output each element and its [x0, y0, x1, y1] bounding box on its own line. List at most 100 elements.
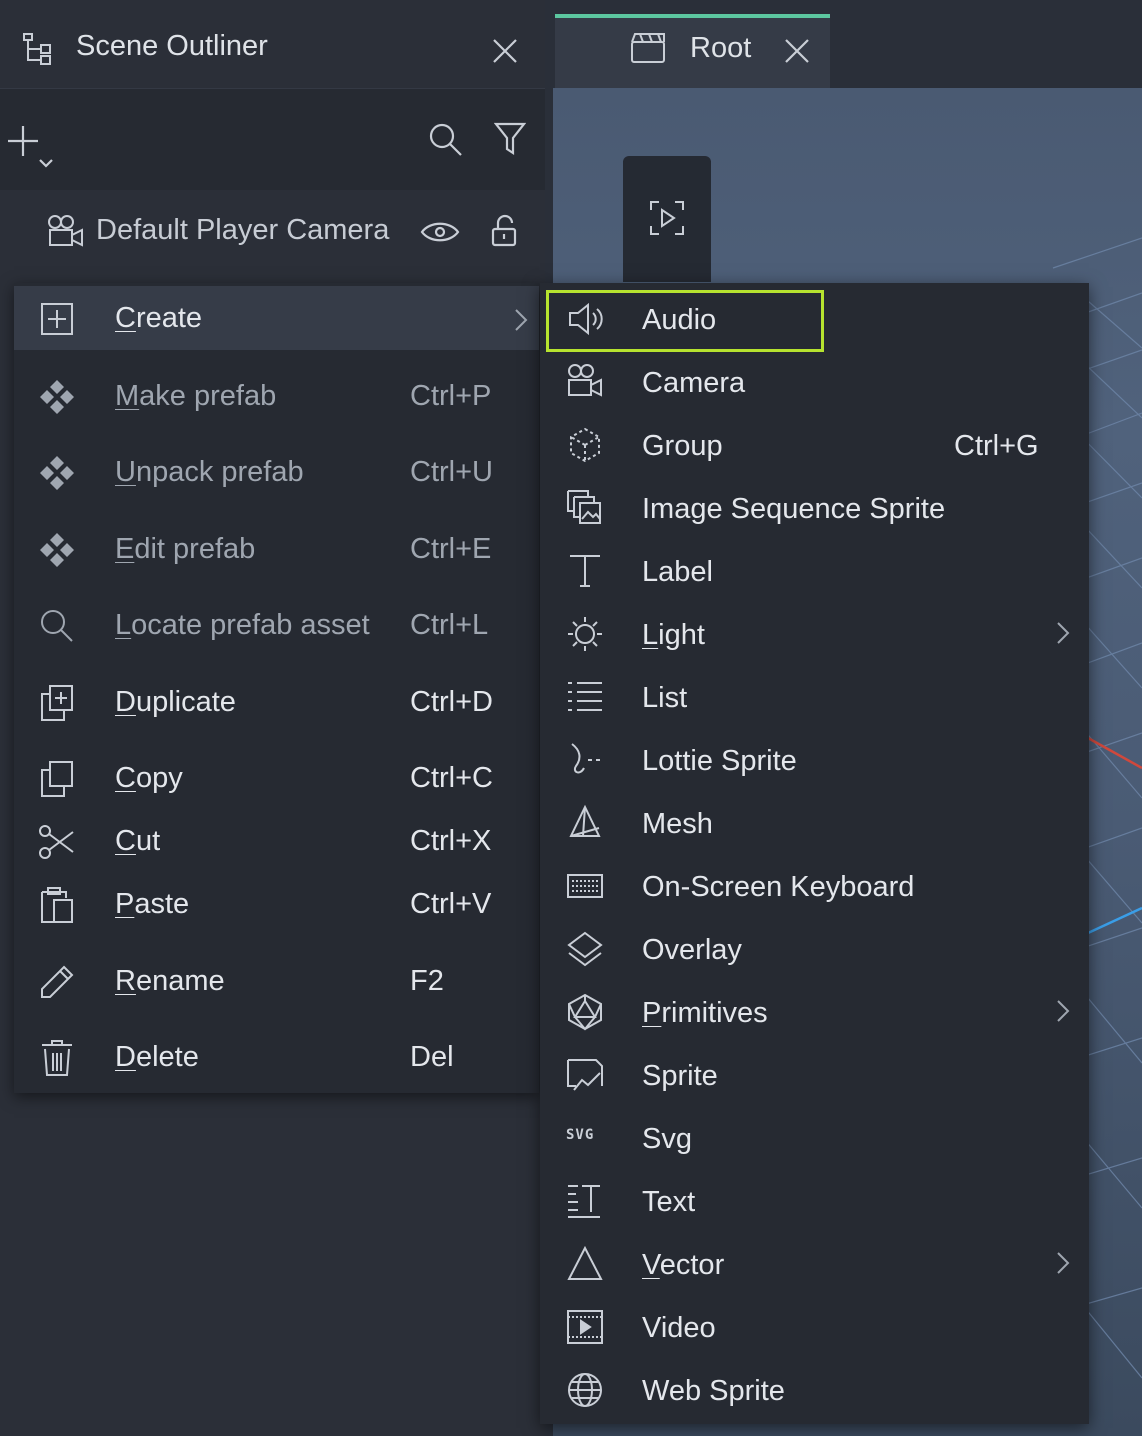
- menu-item-label: Rename: [115, 965, 225, 997]
- menu-item-label: Cut: [115, 825, 161, 857]
- text-t-icon: [566, 552, 604, 590]
- search-button[interactable]: [428, 122, 464, 158]
- submenu-item-label: Svg: [642, 1123, 692, 1155]
- image-sequence-icon: [566, 489, 604, 527]
- menu-item-label: Edit prefab: [115, 533, 256, 565]
- shortcut-label: Ctrl+G: [954, 430, 1039, 462]
- submenu-item-svg[interactable]: SVG Svg: [548, 1107, 1088, 1167]
- play-preview-button[interactable]: [649, 200, 685, 236]
- duplicate-icon: [38, 684, 76, 722]
- trash-icon: [38, 1039, 76, 1077]
- shortcut-label: Del: [410, 1041, 454, 1073]
- submenu-item-video[interactable]: Video: [548, 1296, 1088, 1356]
- submenu-item-label: Camera: [642, 367, 746, 399]
- shortcut-label: Ctrl+X: [410, 825, 492, 857]
- lottie-icon: [566, 741, 604, 779]
- submenu-item-camera[interactable]: Camera: [548, 351, 1088, 411]
- submenu-item-label: Web Sprite: [642, 1375, 785, 1407]
- menu-item-label: Make prefab: [115, 380, 277, 412]
- submenu-item-list[interactable]: List: [548, 666, 1088, 726]
- submenu-item-lottie-sprite[interactable]: Lottie Sprite: [548, 729, 1088, 789]
- menu-item-copy[interactable]: Copy Ctrl+C: [14, 746, 539, 810]
- menu-item-label: Paste: [115, 888, 190, 920]
- submenu-item-vector[interactable]: Vector: [548, 1233, 1088, 1293]
- shortcut-label: F2: [410, 965, 444, 997]
- menu-item-locate-prefab-asset[interactable]: Locate prefab asset Ctrl+L: [14, 593, 539, 657]
- layers-icon: [566, 930, 604, 968]
- paste-icon: [38, 886, 76, 924]
- sun-icon: [566, 615, 604, 653]
- submenu-item-web-sprite[interactable]: Web Sprite: [548, 1359, 1088, 1419]
- shortcut-label: Ctrl+U: [410, 456, 493, 488]
- visibility-toggle[interactable]: [420, 218, 460, 246]
- submenu-item-primitives[interactable]: Primitives: [548, 981, 1088, 1041]
- svg-icon: SVG: [566, 1127, 595, 1143]
- chevron-right-icon: [514, 308, 528, 332]
- chevron-right-icon: [1056, 999, 1076, 1027]
- submenu-item-image-sequence-sprite[interactable]: Image Sequence Sprite: [548, 477, 1088, 537]
- submenu-item-label: Label: [642, 556, 713, 588]
- prefab-icon: [38, 454, 76, 492]
- submenu-item-group[interactable]: Group Ctrl+G: [548, 414, 1088, 474]
- shortcut-label: Ctrl+P: [410, 380, 492, 412]
- camera-icon: [566, 363, 604, 401]
- copy-icon: [38, 760, 76, 798]
- chevron-right-icon: [1056, 621, 1076, 649]
- shortcut-label: Ctrl+L: [410, 609, 489, 641]
- submenu-item-text[interactable]: Text: [548, 1170, 1088, 1230]
- search-icon: [38, 607, 76, 645]
- submenu-item-light[interactable]: Light: [548, 603, 1088, 663]
- menu-item-unpack-prefab[interactable]: Unpack prefab Ctrl+U: [14, 440, 539, 504]
- menu-item-delete[interactable]: Delete Del: [14, 1025, 539, 1089]
- submenu-item-label: List: [642, 682, 688, 714]
- submenu-item-label: Overlay: [642, 934, 742, 966]
- camera-icon: [46, 214, 86, 250]
- menu-item-edit-prefab[interactable]: Edit prefab Ctrl+E: [14, 517, 539, 581]
- shortcut-label: Ctrl+E: [410, 533, 492, 565]
- submenu-item-sprite[interactable]: Sprite: [548, 1044, 1088, 1104]
- triangle-icon: [566, 1245, 604, 1283]
- menu-item-label: Delete: [115, 1041, 199, 1073]
- submenu-item-label[interactable]: Label: [548, 540, 1088, 600]
- menu-item-duplicate[interactable]: Duplicate Ctrl+D: [14, 670, 539, 734]
- menu-item-create[interactable]: Create: [14, 286, 539, 350]
- submenu-item-label: On-Screen Keyboard: [642, 871, 915, 903]
- submenu-item-label: Mesh: [642, 808, 713, 840]
- menu-item-make-prefab[interactable]: Make prefab Ctrl+P: [14, 364, 539, 428]
- submenu-item-label: Sprite: [642, 1060, 718, 1092]
- polyhedron-icon: [566, 993, 604, 1031]
- text-lines-icon: [566, 1182, 604, 1220]
- submenu-item-on-screen-keyboard[interactable]: On-Screen Keyboard: [548, 855, 1088, 915]
- filter-button[interactable]: [494, 122, 526, 156]
- pencil-icon: [38, 963, 76, 1001]
- submenu-item-label: Lottie Sprite: [642, 745, 797, 777]
- menu-item-rename[interactable]: Rename F2: [14, 949, 539, 1013]
- submenu-item-overlay[interactable]: Overlay: [548, 918, 1088, 978]
- group-icon: [566, 426, 604, 464]
- keyboard-icon: [566, 867, 604, 905]
- menu-item-cut[interactable]: Cut Ctrl+X: [14, 809, 539, 873]
- submenu-item-mesh[interactable]: Mesh: [548, 792, 1088, 852]
- submenu-item-label: Video: [642, 1312, 716, 1344]
- list-icon: [566, 678, 604, 716]
- panel-title: Scene Outliner: [76, 30, 268, 62]
- close-panel-button[interactable]: [492, 38, 518, 64]
- submenu-item-label: Image Sequence Sprite: [642, 493, 946, 525]
- scene-icon: [630, 32, 668, 66]
- submenu-item-label: Primitives: [642, 997, 768, 1029]
- submenu-item-label: Light: [642, 619, 705, 651]
- submenu-item-label: Text: [642, 1186, 696, 1218]
- scissors-icon: [38, 823, 76, 861]
- prefab-icon: [38, 378, 76, 416]
- menu-item-paste[interactable]: Paste Ctrl+V: [14, 872, 539, 936]
- menu-item-label: Duplicate: [115, 686, 236, 718]
- submenu-item-label: Group: [642, 430, 723, 462]
- menu-item-label: Copy: [115, 762, 183, 794]
- add-node-button[interactable]: [8, 124, 58, 174]
- close-tab-button[interactable]: [784, 38, 810, 64]
- mesh-icon: [566, 804, 604, 842]
- menu-item-label: Unpack prefab: [115, 456, 304, 488]
- lock-toggle[interactable]: [490, 214, 520, 248]
- tab-label: Root: [690, 32, 752, 64]
- plus-square-icon: [38, 300, 76, 338]
